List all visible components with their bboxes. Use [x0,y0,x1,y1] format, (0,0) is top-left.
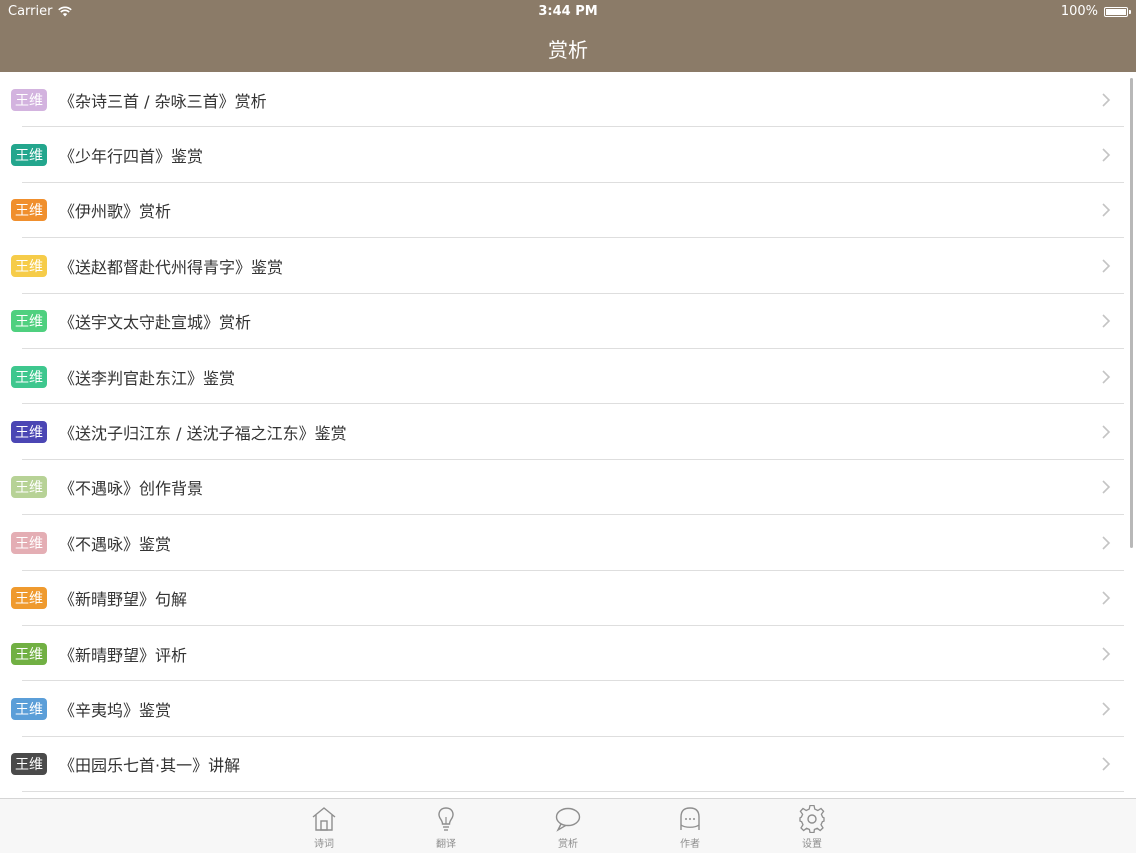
list-item[interactable]: 王维 《辛夷坞》鉴赏 [0,681,1136,738]
chevron-right-icon [1102,757,1111,771]
list-item[interactable]: 王维 《送沈子归江东 / 送沈子福之江东》鉴赏 [0,404,1136,461]
status-bar: Carrier 3:44 PM 100% [0,0,1136,22]
battery-percent: 100% [1060,4,1098,19]
author-tag: 王维 [11,88,47,111]
chevron-right-icon [1102,647,1111,661]
tab-label: 设置 [802,839,822,850]
list-item-title: 《伊州歌》赏析 [59,202,172,222]
list-item-title: 《送沈子归江东 / 送沈子福之江东》鉴赏 [59,424,347,444]
status-right: 100% [1060,4,1131,19]
tab-label: 作者 [680,839,700,850]
house-icon [312,807,336,831]
author-tag: 王维 [11,642,47,665]
tab-analysis[interactable]: 赏析 [538,805,598,853]
list-item[interactable]: 王维 《伊州歌》赏析 [0,183,1136,239]
person-face-icon [680,807,700,830]
author-tag: 王维 [11,587,47,610]
gear-icon [799,805,825,833]
chevron-right-icon [1102,536,1111,550]
navigation-bar: 赏析 [0,22,1136,72]
chevron-right-icon [1102,314,1111,328]
author-tag: 王维 [11,144,47,167]
list-item-title: 《不遇咏》创作背景 [59,479,204,499]
list-item[interactable]: 王维 《新晴野望》句解 [0,571,1136,627]
list-item[interactable]: 王维 《杂诗三首 / 杂咏三首》赏析 [0,72,1136,128]
list-item[interactable]: 王维 《送李判官赴东江》鉴赏 [0,349,1136,405]
tab-bar: 诗词 翻译 赏析 作者 设置 [0,798,1136,853]
lightbulb-icon [438,807,454,831]
list-item[interactable]: 王维 《田园乐七首·其一》讲解 [0,737,1136,793]
author-tag: 王维 [11,199,47,222]
tab-label: 诗词 [314,839,334,850]
status-time: 3:44 PM [538,4,598,19]
author-tag: 王维 [11,421,47,444]
list-item-title: 《送赵都督赴代州得青字》鉴赏 [59,257,284,277]
tab-translation[interactable]: 翻译 [416,805,476,853]
chevron-right-icon [1102,370,1111,384]
author-tag: 王维 [11,753,47,776]
tab-poems[interactable]: 诗词 [294,805,354,853]
chevron-right-icon [1102,259,1111,273]
list-item-title: 《田园乐七首·其一》讲解 [59,756,241,776]
chevron-right-icon [1102,93,1111,107]
list-item-title: 《杂诗三首 / 杂咏三首》赏析 [59,91,267,111]
chevron-right-icon [1102,702,1111,716]
tab-settings[interactable]: 设置 [782,805,842,853]
chevron-right-icon [1102,480,1111,494]
list-item[interactable]: 王维 《不遇咏》鉴赏 [0,515,1136,571]
list-item-title: 《辛夷坞》鉴赏 [59,700,172,720]
tab-label: 赏析 [558,839,578,850]
chevron-right-icon [1102,591,1111,605]
chevron-right-icon [1102,203,1111,218]
list-item[interactable]: 王维 《不遇咏》创作背景 [0,460,1136,516]
chevron-right-icon [1102,148,1111,162]
battery-icon [1104,6,1131,17]
list-item[interactable]: 王维 《新晴野望》评析 [0,626,1136,682]
tab-authors[interactable]: 作者 [660,805,720,853]
list-item-title: 《送宇文太守赴宣城》赏析 [59,313,252,333]
list-item-title: 《少年行四首》鉴赏 [59,147,204,167]
author-tag: 王维 [11,531,47,554]
analysis-list: 王维 《杂诗三首 / 杂咏三首》赏析 王维 《少年行四首》鉴赏 王维 《伊州歌》赏析 王维《… [0,72,1136,798]
author-tag: 王维 [11,476,47,499]
tab-label: 翻译 [436,839,456,850]
list-item-title: 《不遇咏》鉴赏 [59,534,172,554]
author-tag: 王维 [11,697,47,720]
page-title: 赏析 [548,38,588,62]
speech-bubble-icon [555,807,581,832]
list-item[interactable]: 王维 《少年行四首》鉴赏 [0,127,1136,184]
chevron-right-icon [1102,425,1111,439]
list-item-title: 《送李判官赴东江》鉴赏 [59,368,236,388]
author-tag: 王维 [11,365,47,388]
list-item-title: 《新晴野望》句解 [59,590,188,610]
list-item-title: 《新晴野望》评析 [59,645,188,665]
scrollbar[interactable] [1130,78,1133,548]
author-tag: 王维 [11,310,47,333]
author-tag: 王维 [11,254,47,277]
list-item[interactable]: 王维 《送宇文太守赴宣城》赏析 [0,294,1136,350]
list-item[interactable]: 王维 《送赵都督赴代州得青字》鉴赏 [0,238,1136,294]
